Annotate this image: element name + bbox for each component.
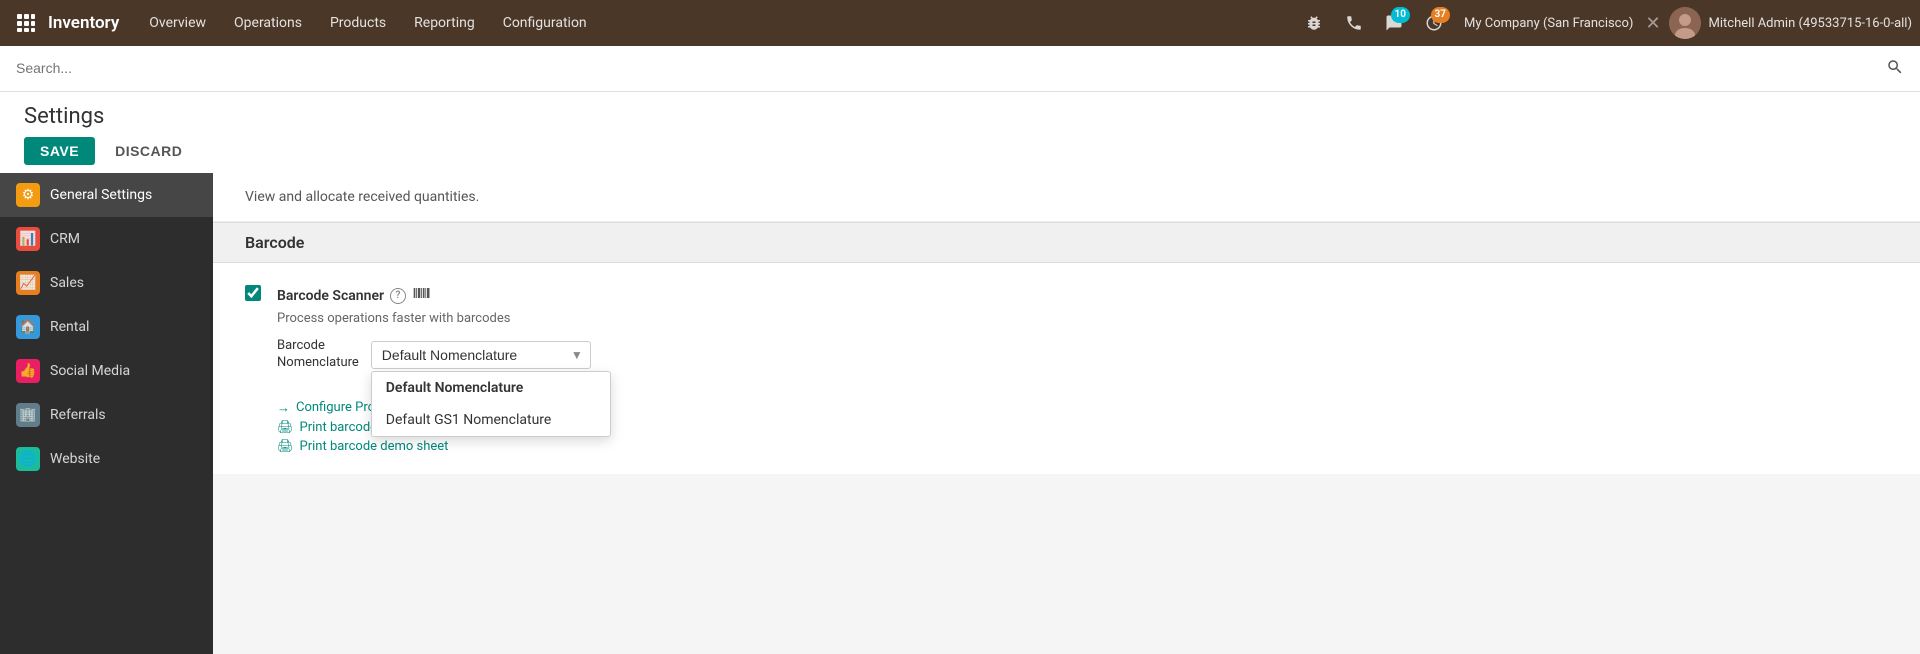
barcode-scanner-label: Barcode Scanner <box>277 288 384 304</box>
referrals-icon: 🏢 <box>16 403 40 427</box>
nomenclature-dropdown-menu: Default Nomenclature Default GS1 Nomencl… <box>371 371 611 437</box>
print-barcode-demo-link[interactable]: 🖨 Print barcode demo sheet <box>277 439 1888 454</box>
nav-menu-products[interactable]: Products <box>316 0 400 46</box>
sidebar-item-general-settings[interactable]: ⚙ General Settings <box>0 173 213 217</box>
search-input[interactable] <box>16 60 1886 76</box>
sidebar: ⚙ General Settings 📊 CRM 📈 Sales 🏠 Renta… <box>0 173 213 654</box>
bug-icon-btn[interactable] <box>1296 5 1332 41</box>
sidebar-item-rental[interactable]: 🏠 Rental <box>0 305 213 349</box>
arrow-icon: → <box>277 400 290 416</box>
page-title: Settings <box>24 104 1896 129</box>
barcode-scanner-desc: Process operations faster with barcodes <box>277 311 1888 326</box>
nomenclature-label: BarcodeNomenclature <box>277 338 359 372</box>
sidebar-label-rental: Rental <box>50 319 89 335</box>
section-description: View and allocate received quantities. <box>213 173 1920 222</box>
website-icon: 🌐 <box>16 447 40 471</box>
wrench-icon: ✕ <box>1645 13 1660 34</box>
phone-icon-btn[interactable] <box>1336 5 1372 41</box>
crm-icon: 📊 <box>16 227 40 251</box>
sidebar-label-crm: CRM <box>50 231 80 247</box>
sidebar-item-referrals[interactable]: 🏢 Referrals <box>0 393 213 437</box>
save-button[interactable]: SAVE <box>24 137 95 165</box>
nav-menu-configuration[interactable]: Configuration <box>489 0 601 46</box>
activity-icon-btn[interactable]: 37 <box>1416 5 1452 41</box>
activity-badge: 37 <box>1431 7 1450 23</box>
social-media-icon: 👍 <box>16 359 40 383</box>
discard-button[interactable]: DISCARD <box>103 137 194 165</box>
user-name: Mitchell Admin (49533715-16-0-all) <box>1709 16 1912 31</box>
app-name: Inventory <box>48 13 119 33</box>
sales-icon: 📈 <box>16 271 40 295</box>
printer-icon-2: 🖨 <box>277 439 294 454</box>
nav-menu-reporting[interactable]: Reporting <box>400 0 489 46</box>
option-gs1-nomenclature[interactable]: Default GS1 Nomenclature <box>372 404 610 436</box>
grid-icon[interactable] <box>8 5 44 41</box>
printer-icon-1: 🖨 <box>277 420 294 435</box>
sidebar-label-website: Website <box>50 451 100 467</box>
sidebar-item-social-media[interactable]: 👍 Social Media <box>0 349 213 393</box>
barcode-section-header: Barcode <box>213 222 1920 263</box>
chat-badge: 10 <box>1391 7 1410 23</box>
sidebar-label-general: General Settings <box>50 187 152 203</box>
barcode-scanner-checkbox[interactable] <box>245 285 261 301</box>
search-bar <box>0 46 1920 92</box>
barcode-grid-icon <box>412 283 432 308</box>
sidebar-label-social: Social Media <box>50 363 130 379</box>
rental-icon: 🏠 <box>16 315 40 339</box>
avatar <box>1669 7 1701 39</box>
sidebar-item-sales[interactable]: 📈 Sales <box>0 261 213 305</box>
sidebar-item-crm[interactable]: 📊 CRM <box>0 217 213 261</box>
company-name: My Company (San Francisco) <box>1464 16 1633 31</box>
gear-icon: ⚙ <box>16 183 40 207</box>
page-header: Settings SAVE DISCARD <box>0 92 1920 173</box>
barcode-scanner-setting: Barcode Scanner ? Process operations fas… <box>245 283 1888 384</box>
page-actions: SAVE DISCARD <box>24 137 1896 165</box>
content-area: View and allocate received quantities. B… <box>213 173 1920 654</box>
sidebar-label-sales: Sales <box>50 275 84 291</box>
sidebar-label-referrals: Referrals <box>50 407 106 423</box>
top-nav: Inventory Overview Operations Products R… <box>0 0 1920 46</box>
nomenclature-select[interactable]: Default Nomenclature Default GS1 Nomencl… <box>371 341 591 369</box>
nav-menu-operations[interactable]: Operations <box>220 0 316 46</box>
nav-menu-overview[interactable]: Overview <box>135 0 220 46</box>
sidebar-item-website[interactable]: 🌐 Website <box>0 437 213 481</box>
chat-icon-btn[interactable]: 10 <box>1376 5 1412 41</box>
search-icon[interactable] <box>1886 58 1904 80</box>
help-icon[interactable]: ? <box>390 288 406 304</box>
option-default-nomenclature[interactable]: Default Nomenclature <box>372 372 610 404</box>
